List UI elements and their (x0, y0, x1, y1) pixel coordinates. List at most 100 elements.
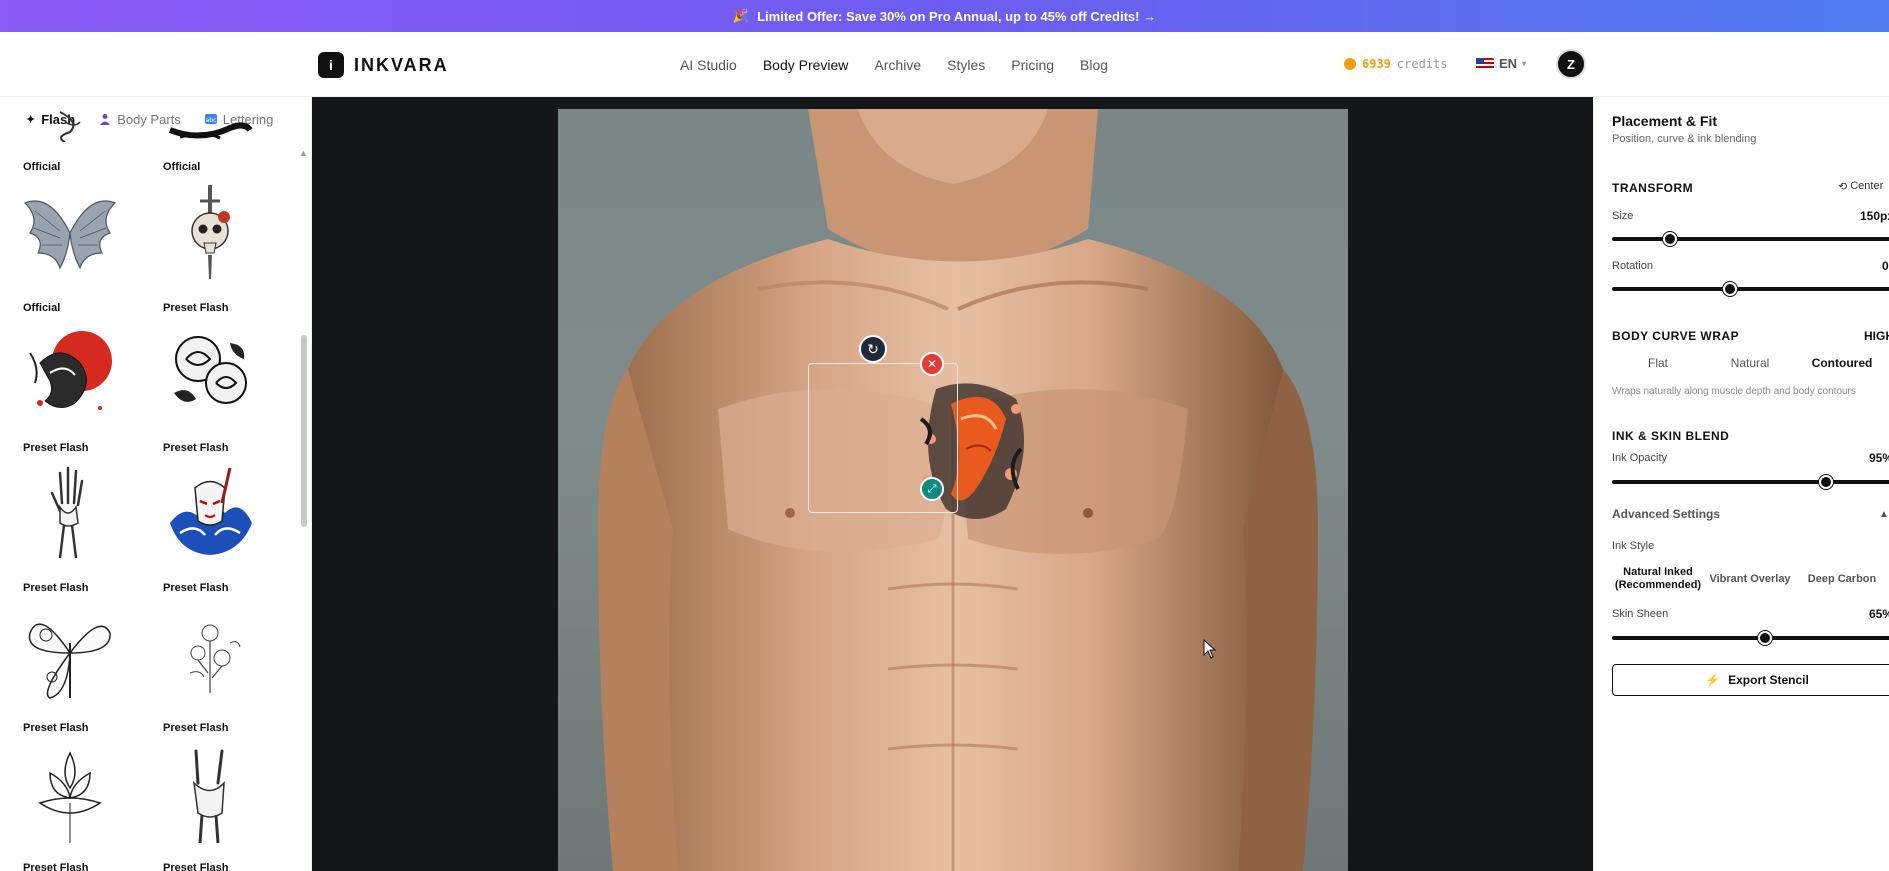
flash-item-label: Official (23, 302, 61, 314)
curve-level-label: HIGH (1864, 329, 1889, 343)
panel-subtitle: Position, curve & ink blending (1612, 133, 1757, 145)
delete-handle-icon[interactable]: ✕ (920, 352, 944, 376)
nav-blog[interactable]: Blog (1080, 57, 1108, 73)
export-stencil-button[interactable]: ⚡ Export Stencil (1612, 664, 1889, 696)
flash-item-label: Preset Flash (23, 862, 89, 871)
ink-style-label: Ink Style (1612, 540, 1655, 552)
advanced-settings-toggle[interactable]: Advanced Settings (1612, 507, 1720, 521)
panel-title: Placement & Fit (1612, 113, 1718, 129)
flash-item[interactable]: Preset Flash (140, 735, 280, 871)
flash-item[interactable]: Preset Flash (140, 315, 280, 456)
flash-item-label: Preset Flash (23, 582, 89, 594)
flash-item[interactable]: Preset Flash (0, 735, 140, 871)
top-navigation: i INKVARA AI Studio Body Preview Archive… (0, 32, 1889, 97)
flash-item-label: Preset Flash (163, 442, 229, 454)
rotation-slider[interactable] (1612, 282, 1889, 296)
ink-opacity-value: 95% (1869, 451, 1889, 465)
ink-opacity-label: Ink Opacity (1612, 452, 1668, 464)
language-code: EN (1499, 56, 1518, 71)
flash-item[interactable]: Preset Flash (0, 315, 140, 456)
flash-item[interactable]: Preset Flash (140, 595, 280, 736)
flash-item-label: Preset Flash (23, 722, 89, 734)
oni-mask-waves-icon (170, 467, 252, 555)
size-value: 150px (1860, 209, 1889, 223)
scroll-up-arrow-icon[interactable]: ▲ (299, 148, 308, 158)
rotation-value: 0° (1882, 259, 1889, 273)
reset-icon: ⟲ (1838, 181, 1848, 193)
skeleton-hand-sketch-icon (50, 466, 84, 559)
body-preview-canvas[interactable]: ↻ ✕ ⤢ (312, 97, 1593, 871)
ink-opacity-slider-thumb[interactable] (1819, 475, 1833, 489)
curve-option-natural[interactable]: Natural (1704, 356, 1796, 370)
placement-panel: Placement & Fit Position, curve & ink bl… (1593, 97, 1889, 871)
flash-item-label: Official (163, 161, 201, 173)
chevron-up-icon[interactable]: ▲ (1879, 509, 1889, 520)
flash-item[interactable]: Official (140, 97, 280, 175)
skull-dagger-sketch-icon (191, 185, 230, 279)
flash-item[interactable]: Official (0, 97, 140, 175)
ink-style-vibrant[interactable]: Vibrant Overlay (1704, 566, 1796, 592)
rotate-handle-icon[interactable]: ↻ (859, 335, 887, 363)
skin-sheen-label: Skin Sheen (1612, 608, 1669, 620)
rotation-slider-thumb[interactable] (1723, 282, 1737, 296)
ink-style-carbon[interactable]: Deep Carbon (1796, 566, 1888, 592)
skin-sheen-slider-thumb[interactable] (1758, 631, 1772, 645)
credits-counter[interactable]: 6939 credits (1344, 57, 1447, 71)
flash-item[interactable]: Official (0, 175, 140, 316)
skin-sheen-slider[interactable] (1612, 631, 1889, 645)
nav-archive[interactable]: Archive (874, 57, 921, 73)
party-icon: 🎉 (732, 8, 750, 23)
brand-name: INKVARA (354, 54, 449, 75)
curve-hint: Wraps naturally along muscle depth and b… (1612, 386, 1856, 397)
flash-item[interactable]: Preset Flash (0, 455, 140, 596)
nav-pricing[interactable]: Pricing (1011, 57, 1054, 73)
koi-red-circle-icon (29, 331, 112, 410)
library-scrollbar-thumb[interactable] (301, 335, 307, 527)
butterfly-mandala-icon (28, 623, 111, 699)
flash-item-label: Preset Flash (163, 582, 229, 594)
nav-styles[interactable]: Styles (947, 57, 985, 73)
user-avatar[interactable]: Z (1556, 49, 1586, 79)
curve-section-title: BODY CURVE WRAP (1612, 329, 1740, 343)
flash-item-label: Preset Flash (163, 862, 229, 871)
flash-item[interactable]: Preset Flash (140, 175, 280, 316)
curve-option-contoured[interactable]: Contoured (1796, 356, 1888, 370)
size-slider[interactable] (1612, 232, 1889, 246)
rose-sketch-icon (174, 336, 247, 404)
nav-links: AI Studio Body Preview Archive Styles Pr… (680, 57, 1108, 73)
center-button[interactable]: ⟲ Center (1838, 180, 1883, 193)
credits-unit: credits (1396, 57, 1448, 71)
flash-item[interactable]: Preset Flash (0, 595, 140, 736)
bolt-icon: ⚡ (1705, 673, 1721, 687)
language-selector[interactable]: EN ▾ (1476, 56, 1526, 71)
flash-item-label: Preset Flash (163, 722, 229, 734)
transform-section-title: TRANSFORM (1612, 181, 1694, 195)
blend-section-title: INK & SKIN BLEND (1612, 429, 1730, 443)
flash-item-label: Official (23, 161, 61, 173)
curve-segmented-control: Flat Natural Contoured (1612, 356, 1889, 370)
coin-icon (1344, 58, 1356, 70)
curve-option-flat[interactable]: Flat (1612, 356, 1704, 370)
skin-sheen-value: 65% (1869, 607, 1889, 621)
nav-body-preview[interactable]: Body Preview (763, 57, 849, 73)
size-slider-thumb[interactable] (1663, 232, 1677, 246)
us-flag-icon (1476, 57, 1494, 70)
ink-opacity-slider[interactable] (1612, 475, 1889, 489)
nav-ai-studio[interactable]: AI Studio (680, 57, 737, 73)
caret-down-icon: ▾ (1522, 59, 1527, 68)
flash-item[interactable]: Preset Flash (140, 455, 280, 596)
center-button-label: Center (1850, 180, 1884, 192)
credits-amount: 6939 (1362, 57, 1391, 71)
promo-banner-text[interactable]: Limited Offer: Save 30% on Pro Annual, u… (757, 9, 1156, 24)
flash-item-label: Preset Flash (163, 302, 229, 314)
resize-handle-icon[interactable]: ⤢ (920, 477, 944, 501)
brand-logo[interactable]: i INKVARA (318, 52, 449, 78)
flowers-linework-icon (189, 624, 241, 693)
mouse-cursor-icon (1203, 639, 1217, 659)
promo-banner[interactable]: 🎉 Limited Offer: Save 30% on Pro Annual,… (0, 0, 1889, 32)
export-stencil-label: Export Stencil (1728, 673, 1809, 687)
ink-style-options: Natural Inked (Recommended) Vibrant Over… (1612, 566, 1889, 592)
lotus-mandala-icon (38, 751, 102, 843)
logo-mark-icon: i (318, 52, 344, 78)
ink-style-natural[interactable]: Natural Inked (Recommended) (1612, 566, 1704, 592)
